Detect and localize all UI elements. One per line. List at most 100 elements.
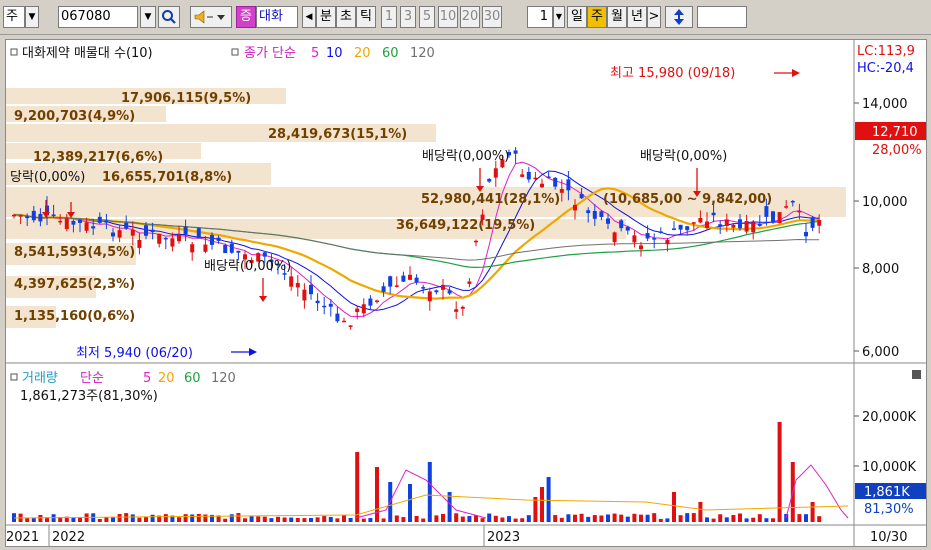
candle-body xyxy=(315,300,320,304)
month-button[interactable]: 월 xyxy=(607,6,627,28)
candle-body xyxy=(124,222,129,229)
count-dropdown-icon[interactable]: ▼ xyxy=(553,6,565,28)
dividend-label-4: 배당락(0,00%) xyxy=(204,259,291,274)
candle-body xyxy=(97,216,102,223)
interval-3[interactable]: 3 xyxy=(400,6,416,28)
volume-bar xyxy=(658,518,663,522)
candle-body xyxy=(163,237,168,240)
candle-body xyxy=(84,222,89,231)
volume-ticks: 20,000K 10,000K xyxy=(854,410,916,475)
prev-arrow-icon[interactable]: ◀ xyxy=(302,6,316,28)
candle-body xyxy=(474,240,478,243)
day-button[interactable]: 일 xyxy=(567,6,587,28)
extra-input[interactable] xyxy=(697,6,747,28)
current-price: 12,710 xyxy=(872,125,918,140)
volume-bar xyxy=(144,516,148,522)
volume-bar xyxy=(408,484,412,522)
candle-body xyxy=(78,219,82,223)
low-note: 최저 5,940 (06/20) xyxy=(76,346,193,361)
search-icon[interactable] xyxy=(158,6,180,28)
candle-body xyxy=(210,235,214,245)
interval-30[interactable]: 30 xyxy=(482,6,502,28)
volume-bar xyxy=(599,515,604,522)
volume-bar xyxy=(533,497,538,522)
volume-bar xyxy=(678,515,683,522)
maximize-icon[interactable] xyxy=(912,370,921,379)
interval-5[interactable]: 5 xyxy=(419,6,435,28)
week-button[interactable]: 주 xyxy=(587,6,607,28)
candle-body xyxy=(223,245,228,254)
candle-body xyxy=(665,239,670,245)
moving-average-lines xyxy=(13,161,820,318)
candle-body xyxy=(71,220,76,225)
interval-1[interactable]: 1 xyxy=(381,6,397,28)
tick-button[interactable]: 틱 xyxy=(356,6,376,28)
volume-bar xyxy=(309,517,313,522)
vp-label-10: 1,135,160(0,6%) xyxy=(14,309,135,324)
candle-body xyxy=(764,206,769,217)
second-button[interactable]: 초 xyxy=(336,6,356,28)
volume-bar xyxy=(454,513,459,522)
candle-body xyxy=(751,222,756,233)
candle-body xyxy=(731,224,736,228)
legend-title: 대화제약 매물대 수(10) xyxy=(22,46,153,61)
stock-code-input[interactable]: 067080 xyxy=(58,6,138,28)
minute-button[interactable]: 분 xyxy=(316,6,336,28)
vp-label-3: 28,419,673(15,1%) xyxy=(268,127,407,142)
interval-20[interactable]: 20 xyxy=(460,6,480,28)
candle-body xyxy=(355,308,360,313)
candle-body xyxy=(441,284,445,290)
x-date-label: 10/30 xyxy=(870,530,907,545)
volume-bar xyxy=(731,515,736,522)
volume-tick-10000k: 10,000K xyxy=(862,460,916,475)
candle-body xyxy=(685,226,690,231)
candle-body xyxy=(434,290,439,293)
volume-bar xyxy=(124,513,129,522)
candle-body xyxy=(447,290,452,294)
market-dropdown-icon[interactable]: ▼ xyxy=(25,6,39,28)
candle-body xyxy=(295,282,300,288)
chart-svg[interactable]: 17,906,115(9,5%) 9,200,703(4,9%) 28,419,… xyxy=(6,40,926,546)
x-label-2022: 2022 xyxy=(52,530,85,545)
candle-body xyxy=(460,306,465,309)
candle-body xyxy=(170,238,175,247)
candle-body xyxy=(190,244,195,253)
volume-bar xyxy=(137,517,142,522)
volume-bar xyxy=(685,513,690,522)
volume-bar xyxy=(335,518,340,522)
updown-arrow-icon[interactable] xyxy=(665,6,693,28)
volume-bar xyxy=(31,517,36,522)
volume-bar xyxy=(744,518,749,522)
volume-bar xyxy=(592,515,597,522)
candle-body xyxy=(335,313,340,322)
candle-body xyxy=(784,206,789,208)
volume-bar xyxy=(540,487,544,522)
dividend-label-3: 배당락(0,00%) xyxy=(640,149,727,164)
chart-area[interactable]: 17,906,115(9,5%) 9,200,703(4,9%) 28,419,… xyxy=(5,39,927,547)
legend-ma-20: 20 xyxy=(354,46,371,61)
legend-box-icon xyxy=(10,48,18,56)
volume-bar xyxy=(751,517,756,522)
interval-10[interactable]: 10 xyxy=(438,6,458,28)
count-input[interactable]: 1 xyxy=(527,6,553,28)
market-field[interactable]: 주 xyxy=(3,6,25,28)
candle-body xyxy=(526,171,531,180)
year-button[interactable]: 년 xyxy=(627,6,647,28)
x-axis: 2021 2022 2023 10/30 xyxy=(6,525,907,546)
next-button[interactable]: > xyxy=(647,6,661,28)
candle-body xyxy=(157,233,162,244)
volume-bar xyxy=(375,467,379,522)
toolbar: 주 ▼ 067080 ▼ 증 대화 ◀ 분 초 틱 1 3 5 10 20 30… xyxy=(0,0,931,35)
vp-label-7: 36,649,122(19,5%) xyxy=(396,218,535,233)
candle-body xyxy=(573,204,577,211)
candle-body xyxy=(559,189,564,193)
speaker-icon[interactable] xyxy=(190,6,232,28)
code-dropdown-icon[interactable]: ▼ xyxy=(140,6,156,28)
legend-ma-label: 종가 단순 xyxy=(244,46,296,61)
volume-bar xyxy=(757,514,762,522)
volume-bar xyxy=(276,516,280,522)
candle-body xyxy=(196,228,201,239)
candle-body xyxy=(348,325,353,327)
candle-body xyxy=(724,219,729,226)
candle-body xyxy=(427,291,432,302)
